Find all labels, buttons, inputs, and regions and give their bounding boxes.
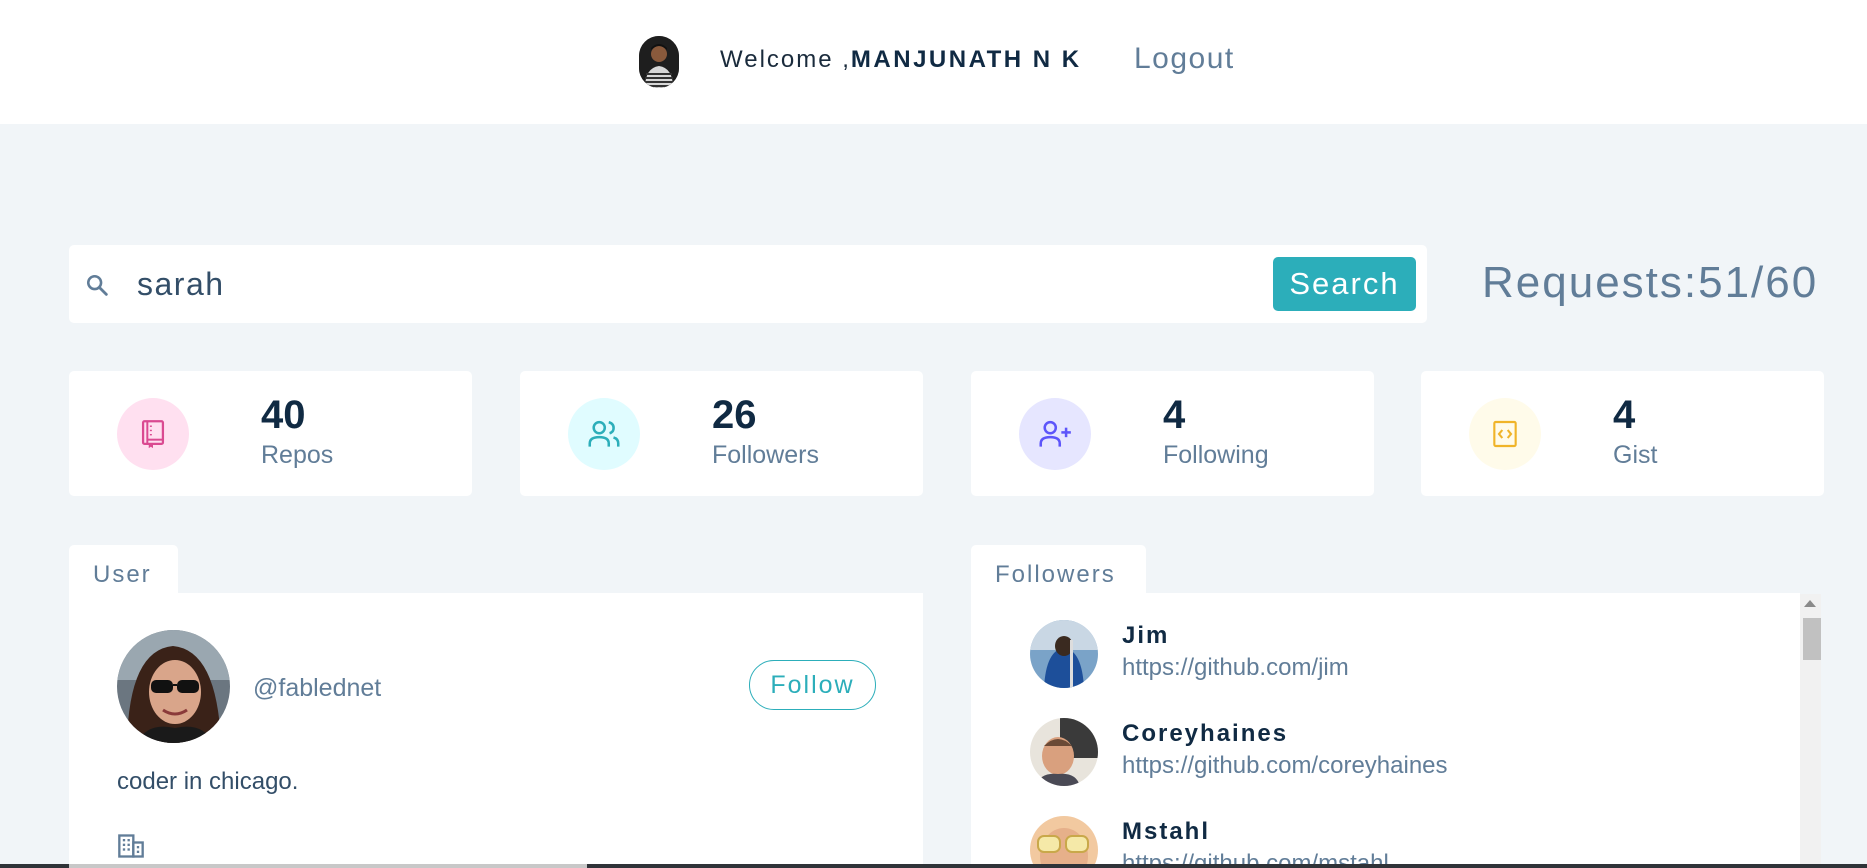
followers-scrollbar-thumb[interactable]	[1803, 618, 1821, 660]
users-icon	[588, 420, 620, 447]
following-count: 4	[1163, 393, 1186, 437]
search-button[interactable]: Search	[1273, 257, 1416, 311]
list-item: Jim https://github.com/jim	[1030, 620, 1800, 692]
horizontal-scrollbar-thumb[interactable]	[69, 864, 587, 868]
search-input[interactable]	[137, 259, 1137, 309]
gist-count: 4	[1613, 393, 1636, 437]
follow-button[interactable]: Follow	[749, 660, 876, 710]
user-panel-tab: User	[69, 545, 178, 593]
list-item: Mstahl https://github.com/mstahl	[1030, 816, 1800, 868]
code-icon	[1493, 420, 1517, 448]
user-name: MANJUNATH N K	[850, 46, 1082, 73]
requests-counter: Requests:51/60	[1482, 258, 1819, 307]
welcome-text: Welcome ,MANJUNATH N K	[720, 46, 1082, 74]
followers-icon-circle	[568, 398, 640, 470]
stat-card-following: 4 Following	[971, 371, 1374, 496]
gist-label: Gist	[1613, 441, 1658, 469]
user-card: @fablednet Follow coder in chicago.	[69, 593, 923, 868]
user-plus-icon	[1039, 420, 1071, 447]
scroll-up-arrow-icon[interactable]	[1804, 600, 1816, 607]
list-item: Coreyhaines https://github.com/coreyhain…	[1030, 718, 1800, 790]
gist-icon-circle	[1469, 398, 1541, 470]
follower-url[interactable]: https://github.com/jim	[1122, 654, 1349, 682]
repos-label: Repos	[261, 441, 334, 469]
current-user-avatar	[639, 36, 679, 88]
user-bio: coder in chicago.	[117, 768, 299, 795]
book-icon	[141, 420, 165, 449]
repos-count: 40	[261, 393, 306, 437]
follower-name: Coreyhaines	[1122, 720, 1289, 747]
followers-panel-tab: Followers	[971, 545, 1146, 593]
user-handle: @fablednet	[253, 674, 382, 702]
follower-avatar	[1030, 620, 1098, 688]
stat-card-followers: 26 Followers	[520, 371, 923, 496]
followers-count: 26	[712, 393, 757, 437]
followers-list: Jim https://github.com/jim Coreyhaines h…	[971, 593, 1800, 868]
follower-name: Mstahl	[1122, 818, 1211, 845]
followers-label: Followers	[712, 441, 819, 469]
repos-icon-circle	[117, 398, 189, 470]
search-form: Search	[69, 245, 1427, 323]
company-icon	[118, 834, 144, 858]
follower-avatar	[1030, 816, 1098, 868]
welcome-prefix: Welcome ,	[720, 46, 851, 73]
following-label: Following	[1163, 441, 1269, 469]
logout-button[interactable]: Logout	[1134, 42, 1235, 76]
follower-avatar	[1030, 718, 1098, 786]
stat-card-repos: 40 Repos	[69, 371, 472, 496]
user-avatar	[117, 630, 230, 743]
following-icon-circle	[1019, 398, 1091, 470]
follower-name: Jim	[1122, 622, 1170, 649]
stat-card-gist: 4 Gist	[1421, 371, 1824, 496]
search-icon	[86, 274, 108, 296]
navbar: Welcome ,MANJUNATH N K Logout	[0, 0, 1867, 124]
follower-url[interactable]: https://github.com/coreyhaines	[1122, 752, 1448, 780]
